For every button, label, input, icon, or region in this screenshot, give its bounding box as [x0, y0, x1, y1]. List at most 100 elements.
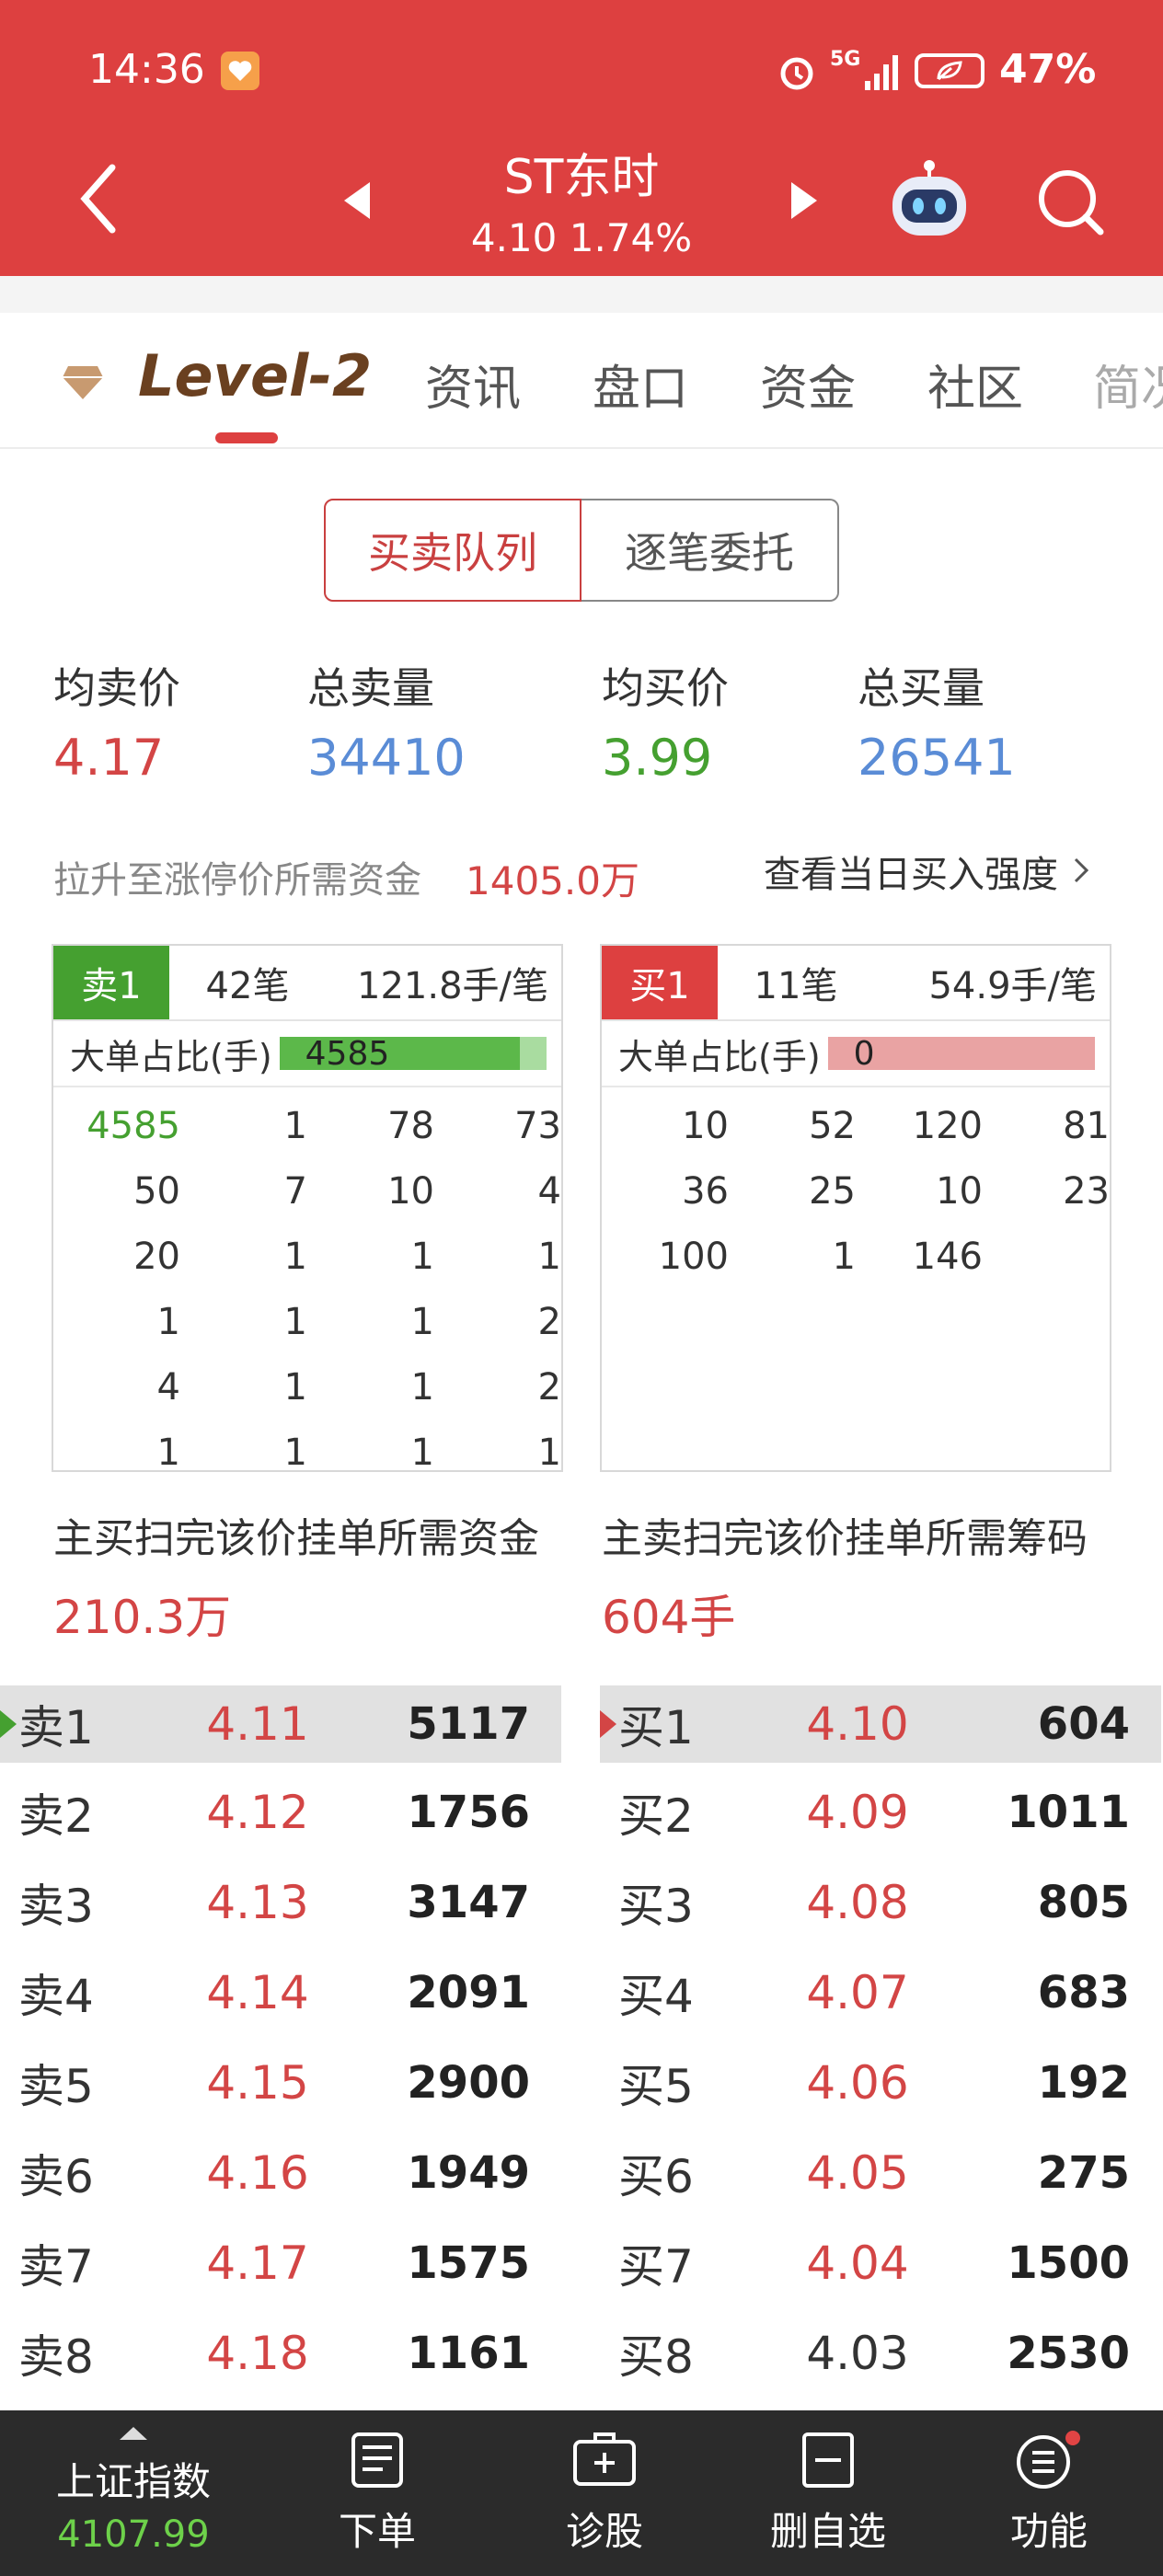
- queue-cell: 50: [133, 1169, 180, 1213]
- stock-title: ST东时: [503, 150, 660, 205]
- queue-row: 1 1 1 2: [53, 1289, 561, 1354]
- nav-place-order[interactable]: 下单: [304, 2410, 451, 2576]
- buy-level-row[interactable]: 买2 4.09 1011: [600, 1774, 1161, 1851]
- nav-diagnose[interactable]: 诊股: [526, 2410, 683, 2576]
- sell-level-row[interactable]: 卖5 4.15 2900: [0, 2044, 561, 2122]
- tab-funds[interactable]: 资金: [760, 350, 856, 419]
- tab-level2[interactable]: Level-2: [138, 342, 372, 409]
- buy-sweep-value: 604手: [602, 1591, 736, 1644]
- buy-queue-panel: 买1 11笔 54.9手/笔 大单占比(手) 0 10 52 120 81 36 25 10…: [600, 944, 1111, 1472]
- buy-level-name: 买5: [618, 2060, 694, 2113]
- sell-level-name: 卖1: [18, 1701, 94, 1754]
- queue-row: 20 1 1 1: [53, 1224, 561, 1289]
- sell-level-row[interactable]: 卖6 4.16 1949: [0, 2134, 561, 2212]
- buy-level-volume: 192: [1037, 2057, 1130, 2109]
- functions-menu-icon: [1017, 2431, 1080, 2489]
- buy-level-price: 4.06: [806, 2056, 909, 2110]
- tab-community[interactable]: 社区: [927, 350, 1023, 419]
- sell-level-price: 4.15: [206, 2056, 309, 2110]
- sell-level-name: 卖8: [18, 2330, 94, 2384]
- sell-level-name: 卖6: [18, 2150, 94, 2203]
- sell-level-row[interactable]: 卖4 4.14 2091: [0, 1954, 561, 2031]
- sell-level-price: 4.13: [206, 1876, 309, 1929]
- sell-level-name: 卖5: [18, 2060, 94, 2113]
- nav-functions[interactable]: 功能: [975, 2410, 1123, 2576]
- buy-strength-link[interactable]: 查看当日买入强度: [764, 845, 1092, 898]
- index-name: 上证指数: [55, 2459, 211, 2504]
- buy-level-price: 4.03: [806, 2327, 909, 2380]
- current-level-marker-icon: [600, 1710, 616, 1738]
- queue-row: 100 1 146: [602, 1224, 1110, 1289]
- sell-level-name: 卖2: [18, 1789, 94, 1843]
- queue-cell: 23: [1063, 1169, 1110, 1213]
- buy-level-name: 买7: [618, 2240, 694, 2294]
- queue-cell: 1: [537, 1431, 561, 1474]
- buy-level-row[interactable]: 买8 4.03 2530: [600, 2315, 1161, 2392]
- sell-level-row[interactable]: 卖8 4.18 1161: [0, 2315, 561, 2392]
- queue-cell: 1: [283, 1365, 307, 1409]
- order-doc-icon: [351, 2432, 403, 2488]
- buy-strength-label: 查看当日买入强度: [764, 854, 1058, 896]
- queue-cell: 1: [283, 1104, 307, 1147]
- tab-profile[interactable]: 简况: [1093, 350, 1163, 419]
- next-stock-icon[interactable]: [788, 180, 821, 224]
- queue-cell: 20: [133, 1235, 180, 1278]
- battery-percent: 47%: [999, 46, 1097, 93]
- buy-level-volume: 1500: [1007, 2237, 1130, 2289]
- buy-level-volume: 604: [1037, 1698, 1130, 1750]
- tab-news[interactable]: 资讯: [425, 350, 521, 419]
- buy-sweep-label: 主卖扫完该价挂单所需筹码: [602, 1515, 1088, 1562]
- sell-queue-rows: 4585 1 78 73 50 7 10 4 20 1 1 1 1 1 1 2 4 1 1 2 1 1 1 1: [53, 1087, 561, 1485]
- stock-price-change: 4.10 1.74%: [397, 215, 766, 260]
- queue-cell: 10: [682, 1104, 729, 1147]
- queue-cell: 4: [156, 1365, 180, 1409]
- sell-big-order-label: 大单占比(手): [70, 1036, 272, 1077]
- queue-cell: 78: [387, 1104, 434, 1147]
- sell-level-price: 4.12: [206, 1786, 309, 1839]
- nav-place-order-label: 下单: [338, 2509, 416, 2554]
- sell-level-row[interactable]: 卖7 4.17 1575: [0, 2225, 561, 2302]
- avg-sell-label: 均卖价: [53, 663, 180, 713]
- sell-level-volume: 2091: [407, 1967, 530, 2018]
- nav-remove-watchlist[interactable]: 删自选: [754, 2410, 902, 2576]
- back-icon[interactable]: [74, 162, 129, 239]
- sell-level-volume: 1161: [407, 2328, 530, 2379]
- search-icon[interactable]: [1034, 166, 1108, 243]
- buy-level-row[interactable]: 买4 4.07 683: [600, 1954, 1161, 2031]
- buy1-badge: 买1: [602, 946, 718, 1019]
- queue-cell: 1: [410, 1365, 434, 1409]
- sell-level-row[interactable]: 卖3 4.13 3147: [0, 1864, 561, 1941]
- segment-buy-sell-queue[interactable]: 买卖队列: [324, 499, 582, 602]
- segment-order-by-order[interactable]: 逐笔委托: [582, 499, 839, 602]
- queue-cell: 4: [537, 1169, 561, 1213]
- total-buy-value: 26541: [858, 729, 1016, 787]
- total-buy-label: 总买量: [858, 663, 985, 713]
- sell-queue-panel: 卖1 42笔 121.8手/笔 大单占比(手) 4585 4585 1 78 73 50…: [52, 944, 563, 1474]
- buy-level-price: 4.04: [806, 2237, 909, 2290]
- buy-level-row[interactable]: 买1 4.10 604: [600, 1685, 1161, 1763]
- nav-index-ticker[interactable]: 上证指数 4107.99: [0, 2410, 267, 2576]
- stock-price: 4.10: [470, 215, 558, 260]
- buy-big-order-bar: 0: [827, 1035, 1095, 1073]
- buy-level-price: 4.08: [806, 1876, 909, 1929]
- chevron-right-icon: [1074, 857, 1088, 883]
- avg-sell-value: 4.17: [53, 729, 165, 787]
- queue-cell: 1: [537, 1235, 561, 1278]
- sell-level-row[interactable]: 卖2 4.12 1756: [0, 1774, 561, 1851]
- buy-level-row[interactable]: 买6 4.05 275: [600, 2134, 1161, 2212]
- current-level-marker-icon: [0, 1710, 17, 1738]
- prev-stock-icon[interactable]: [340, 180, 374, 224]
- buy-level-row[interactable]: 买7 4.04 1500: [600, 2225, 1161, 2302]
- app-header: 14:36 5G 47% ST东时 4.10 1.74%: [0, 0, 1163, 276]
- buy-level-row[interactable]: 买3 4.08 805: [600, 1864, 1161, 1941]
- sell-level-row[interactable]: 卖1 4.11 5117: [0, 1685, 561, 1763]
- index-value: 4107.99: [57, 2513, 210, 2556]
- buy-level-row[interactable]: 买5 4.06 192: [600, 2044, 1161, 2122]
- limit-up-label: 拉升至涨停价所需资金: [53, 859, 421, 902]
- sell-level-price: 4.11: [206, 1697, 309, 1751]
- buy-level-name: 买1: [618, 1701, 694, 1754]
- queue-cell: 1: [410, 1235, 434, 1278]
- robot-assistant-icon[interactable]: [885, 158, 973, 247]
- queue-cell: 1: [832, 1235, 856, 1278]
- tab-quote[interactable]: 盘口: [593, 350, 688, 419]
